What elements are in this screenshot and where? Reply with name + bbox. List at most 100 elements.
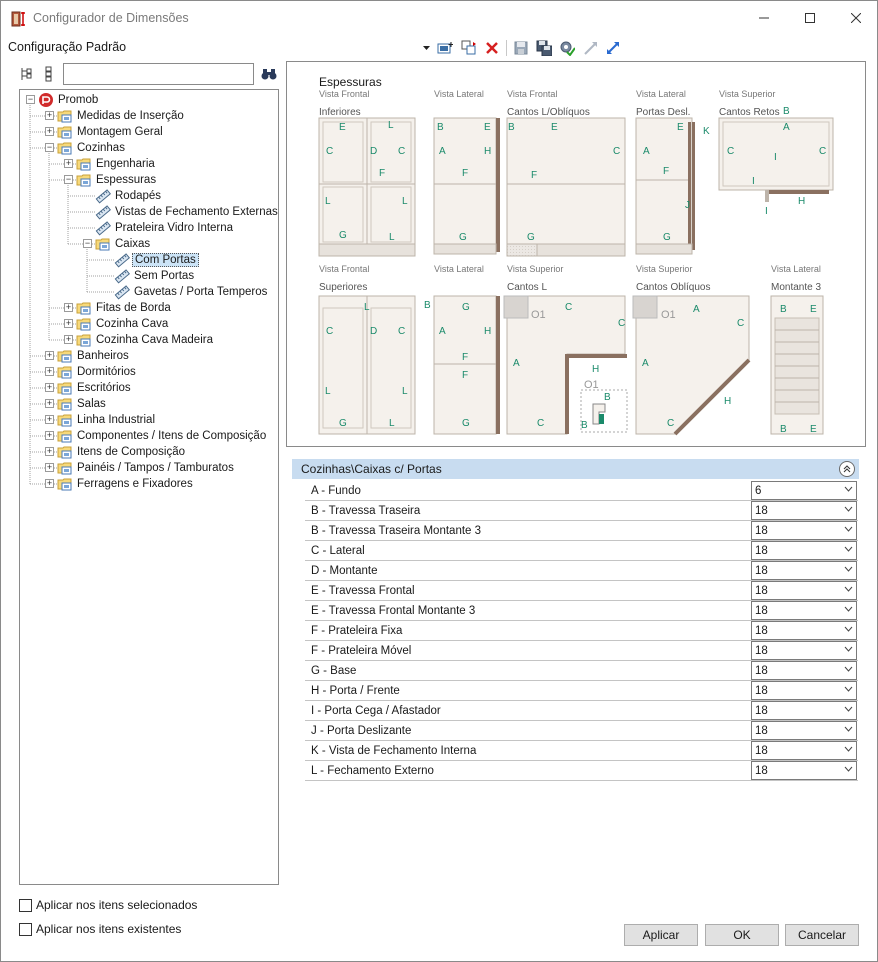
- thickness-select[interactable]: 18: [751, 681, 857, 700]
- settings-check-button[interactable]: [557, 38, 577, 58]
- apply-button[interactable]: Aplicar: [624, 924, 698, 946]
- cancel-button[interactable]: Cancelar: [785, 924, 859, 946]
- expand-icon[interactable]: +: [64, 319, 73, 328]
- expand-icon[interactable]: +: [45, 447, 54, 456]
- tree-node[interactable]: Gavetas / Porta Temperos: [20, 284, 278, 300]
- expand-icon[interactable]: +: [45, 463, 54, 472]
- dimension-letter: C: [727, 146, 734, 157]
- expand-icon[interactable]: +: [45, 399, 54, 408]
- collapse-icon[interactable]: −: [83, 239, 92, 248]
- thickness-select[interactable]: 18: [751, 501, 857, 520]
- panel-subtitle: Superiores: [319, 282, 367, 293]
- thickness-select[interactable]: 18: [751, 661, 857, 680]
- copy-config-button[interactable]: [459, 38, 479, 58]
- tree-node[interactable]: Prateleira Vidro Interna: [20, 220, 278, 236]
- tree-node[interactable]: + Componentes / Itens de Composição: [20, 428, 278, 444]
- property-name: K - Vista de Fechamento Interna: [311, 745, 477, 757]
- save-button[interactable]: [511, 38, 531, 58]
- tree-node[interactable]: + Fitas de Borda: [20, 300, 278, 316]
- apply-existing-checkbox[interactable]: [19, 922, 32, 936]
- close-button[interactable]: [833, 1, 878, 35]
- dimension-letter: E: [677, 122, 684, 133]
- expand-all-button[interactable]: [19, 66, 35, 82]
- import-button[interactable]: [603, 38, 623, 58]
- thickness-select[interactable]: 18: [751, 561, 857, 580]
- delete-config-button[interactable]: [482, 38, 502, 58]
- minimize-button[interactable]: [741, 1, 787, 35]
- thickness-select[interactable]: 18: [751, 741, 857, 760]
- new-config-button[interactable]: [435, 38, 455, 58]
- dimension-letter: G: [527, 232, 535, 243]
- tree-node[interactable]: − Caixas: [20, 236, 278, 252]
- expand-icon[interactable]: +: [45, 351, 54, 360]
- tree-node[interactable]: − Promob: [20, 92, 278, 108]
- property-row: B - Travessa Traseira Montante 3 18: [305, 521, 858, 541]
- maximize-button[interactable]: [787, 1, 833, 35]
- thickness-select[interactable]: 6: [751, 481, 857, 500]
- thickness-select[interactable]: 18: [751, 721, 857, 740]
- expand-icon[interactable]: +: [45, 383, 54, 392]
- thickness-select[interactable]: 18: [751, 641, 857, 660]
- config-dropdown-button[interactable]: [419, 38, 433, 58]
- tree-node[interactable]: + Montagem Geral: [20, 124, 278, 140]
- expand-icon[interactable]: +: [45, 127, 54, 136]
- tree-node[interactable]: + Medidas de Inserção: [20, 108, 278, 124]
- category-tree[interactable]: − Promob + Medidas de Inserção + Montagem Ger…: [19, 89, 279, 885]
- tree-node[interactable]: Com Portas: [20, 252, 278, 268]
- collapse-icon[interactable]: −: [64, 175, 73, 184]
- collapse-section-button[interactable]: [839, 461, 855, 477]
- apply-selected-checkbox[interactable]: [19, 898, 32, 912]
- chevron-down-icon: [844, 546, 853, 552]
- tree-node[interactable]: + Cozinha Cava Madeira: [20, 332, 278, 348]
- thickness-select[interactable]: 18: [751, 761, 857, 780]
- tree-node[interactable]: − Espessuras: [20, 172, 278, 188]
- ok-button[interactable]: OK: [705, 924, 779, 946]
- save-as-button[interactable]: [534, 38, 554, 58]
- thickness-select[interactable]: 18: [751, 521, 857, 540]
- title-bar[interactable]: Configurador de Dimensões: [1, 1, 877, 35]
- find-button[interactable]: [261, 66, 277, 82]
- expand-icon[interactable]: +: [45, 479, 54, 488]
- tree-node[interactable]: + Painéis / Tampos / Tamburatos: [20, 460, 278, 476]
- tree-node[interactable]: + Itens de Composição: [20, 444, 278, 460]
- tree-node[interactable]: + Linha Industrial: [20, 412, 278, 428]
- thickness-select[interactable]: 18: [751, 701, 857, 720]
- tree-node[interactable]: + Cozinha Cava: [20, 316, 278, 332]
- collapse-icon[interactable]: −: [45, 143, 54, 152]
- thickness-select[interactable]: 18: [751, 621, 857, 640]
- thickness-select[interactable]: 18: [751, 601, 857, 620]
- tree-node[interactable]: − Cozinhas: [20, 140, 278, 156]
- properties-path: Cozinhas\Caixas c/ Portas: [301, 462, 442, 476]
- export-button[interactable]: [581, 38, 601, 58]
- tree-node[interactable]: Vistas de Fechamento Externas: [20, 204, 278, 220]
- expand-icon[interactable]: +: [64, 335, 73, 344]
- expand-icon[interactable]: +: [45, 367, 54, 376]
- dimension-letter: C: [398, 326, 405, 337]
- expand-icon[interactable]: +: [64, 159, 73, 168]
- panel-montante-3: Vista Lateral Montante 3: [770, 264, 824, 435]
- apply-existing-option[interactable]: Aplicar nos itens existentes: [19, 922, 181, 936]
- dimension-letter: B: [604, 392, 611, 403]
- tree-search-input[interactable]: [63, 63, 254, 85]
- thickness-select[interactable]: 18: [751, 581, 857, 600]
- collapse-all-button[interactable]: [41, 66, 57, 82]
- tree-node[interactable]: + Engenharia: [20, 156, 278, 172]
- tree-node[interactable]: + Ferragens e Fixadores: [20, 476, 278, 492]
- collapse-icon[interactable]: −: [26, 95, 35, 104]
- thickness-select[interactable]: 18: [751, 541, 857, 560]
- tree-node[interactable]: + Banheiros: [20, 348, 278, 364]
- tree-node[interactable]: Sem Portas: [20, 268, 278, 284]
- tree-node[interactable]: + Escritórios: [20, 380, 278, 396]
- expand-icon[interactable]: +: [45, 111, 54, 120]
- apply-selected-option[interactable]: Aplicar nos itens selecionados: [19, 898, 197, 912]
- tree-node[interactable]: Rodapés: [20, 188, 278, 204]
- tree-node[interactable]: + Salas: [20, 396, 278, 412]
- dimension-letter: A: [439, 146, 446, 157]
- expand-icon[interactable]: +: [45, 431, 54, 440]
- thickness-value: 18: [755, 585, 768, 597]
- expand-icon[interactable]: +: [64, 303, 73, 312]
- expand-icon[interactable]: +: [45, 415, 54, 424]
- tree-node-label: Banheiros: [77, 350, 129, 362]
- tree-node[interactable]: + Dormitórios: [20, 364, 278, 380]
- chevron-down-icon: [844, 586, 853, 592]
